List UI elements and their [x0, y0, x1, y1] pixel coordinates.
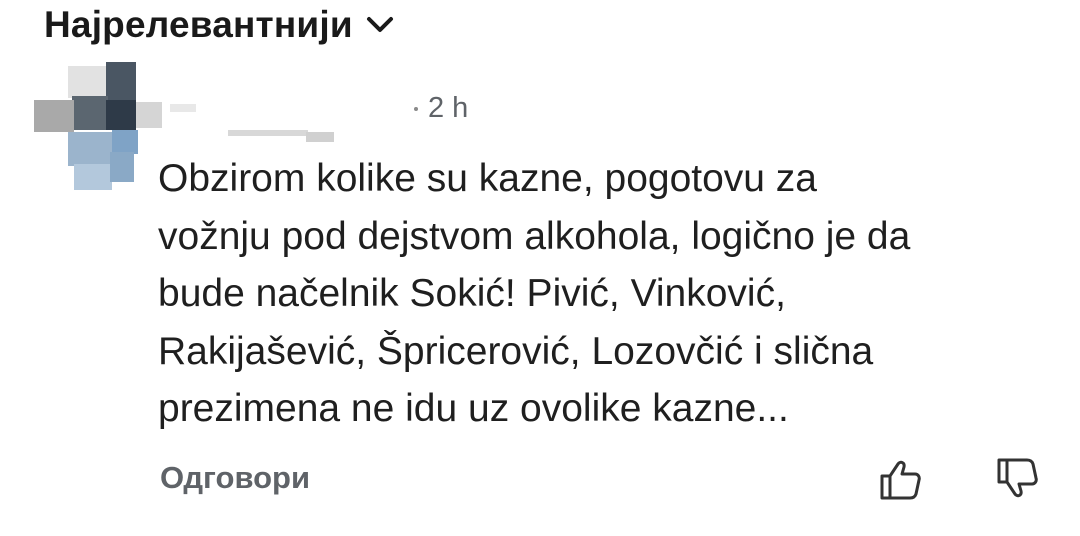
sort-label: Најрелевантнији [44, 4, 353, 45]
comment-view: Најрелевантнији 2 h Obzirom kolike su ka… [0, 0, 1080, 536]
thumbs-up-icon [878, 460, 924, 506]
thumbs-down-icon [995, 458, 1041, 506]
comment-body: Obzirom kolike su kazne, pogotovu za vož… [158, 157, 911, 430]
sort-dropdown[interactable]: Најрелевантнији [44, 4, 395, 46]
chevron-down-icon [365, 14, 395, 36]
like-button[interactable] [878, 456, 924, 502]
timestamp-text: 2 h [428, 92, 469, 124]
separator-dot [414, 106, 418, 111]
reply-button[interactable]: Одговори [160, 460, 310, 496]
dislike-button[interactable] [995, 456, 1041, 502]
comment-timestamp: 2 h [414, 92, 468, 125]
